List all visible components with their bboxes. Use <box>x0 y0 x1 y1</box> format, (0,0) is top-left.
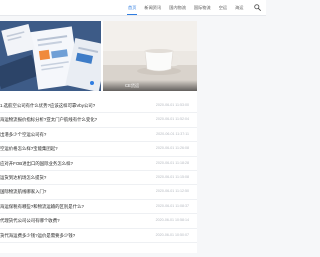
list-item[interactable]: 海运物流报价指标分析?亚太门户航线有什么变化? 2020-06-01 11:52… <box>0 113 197 128</box>
article-date: 2020-06-01 11:18:28 <box>155 160 189 165</box>
nav-item-sea[interactable]: 海运 <box>231 0 247 15</box>
list-item[interactable]: 货代海运费多少钱?运价是需要多少钱? 2020-06-01 10:50:07 <box>0 229 197 243</box>
article-title[interactable]: 海运保税有哪些?和物流运输的区别是什么? <box>0 200 150 213</box>
article-date: 2020-06-01 11:52:04 <box>155 117 189 122</box>
article-date: 2020-06-01 10:58:14 <box>155 218 189 223</box>
search-icon[interactable] <box>254 4 261 11</box>
banner-image-coffee[interactable]: CE货运 <box>103 21 197 91</box>
banner-caption-overlay: CE货运 <box>103 80 197 91</box>
list-item[interactable]: 国际物流航线哪家入门? 2020-06-01 11:12:50 <box>0 185 197 200</box>
article-date: 2020-06-01 11:12:50 <box>155 189 189 194</box>
nav-item-air[interactable]: 空运 <box>215 0 231 15</box>
list-item[interactable]: 应对开FOB进出口的国际业务怎么样? 2020-06-01 11:18:28 <box>0 157 197 171</box>
article-date: 2020-06-01 11:53:00 <box>155 103 189 107</box>
article-date: 2020-06-01 11:37:11 <box>156 131 189 136</box>
banner-caption: CE货运 <box>125 83 140 88</box>
article-title[interactable]: 应对开FOB进出口的国际业务怎么样? <box>0 157 150 170</box>
article-date: 2020-06-01 11:26:08 <box>155 146 189 151</box>
nav-item-international[interactable]: 国际物流 <box>190 0 215 15</box>
right-sidebar <box>203 21 266 253</box>
top-navigation-bar: 首页 新闻资讯 国内物流 国际物流 空运 海运 <box>0 0 266 16</box>
main-content: CE货运 1.选航空公司有什么优势?应该这样可靠Vby公司? 2020-06-0… <box>0 21 197 253</box>
article-title[interactable]: 1.选航空公司有什么优势?应该这样可靠Vby公司? <box>0 99 150 112</box>
list-item[interactable]: 海运保税有哪些?和物流运输的区别是什么? 2020-06-01 11:08:37 <box>0 200 197 215</box>
article-date: 2020-06-01 11:08:37 <box>155 203 189 208</box>
carousel-indicator[interactable] <box>90 81 94 85</box>
list-item[interactable]: 运货到达机场怎么提货? 2020-06-01 11:15:08 <box>0 171 197 186</box>
article-list: 1.选航空公司有什么优势?应该这样可靠Vby公司? 2020-06-01 11:… <box>0 99 197 243</box>
list-item[interactable]: 空运价格怎么样?宝能集团起? 2020-06-01 11:26:08 <box>0 142 197 157</box>
article-title[interactable]: 国际物流航线哪家入门? <box>0 185 150 198</box>
article-title[interactable]: 运货到达机场怎么提货? <box>0 171 150 184</box>
nav-item-news[interactable]: 新闻资讯 <box>140 0 165 15</box>
list-item[interactable]: 代理货代公司公司有哪个收费? 2020-06-01 10:58:14 <box>0 214 197 229</box>
article-date: 2020-06-01 11:15:08 <box>155 174 189 179</box>
article-title[interactable]: 出港多少个空运公司有? <box>0 128 150 141</box>
article-title[interactable]: 货代海运费多少钱?运价是需要多少钱? <box>0 229 150 242</box>
documents-illustration <box>0 21 101 91</box>
article-date: 2020-06-01 10:50:07 <box>155 232 189 237</box>
nav-item-domestic[interactable]: 国内物流 <box>165 0 190 15</box>
article-title[interactable]: 代理货代公司公司有哪个收费? <box>0 214 150 227</box>
article-title[interactable]: 海运物流报价指标分析?亚太门户航线有什么变化? <box>0 113 150 126</box>
article-title[interactable]: 空运价格怎么样?宝能集团起? <box>0 142 150 155</box>
list-item[interactable]: 1.选航空公司有什么优势?应该这样可靠Vby公司? 2020-06-01 11:… <box>0 99 197 114</box>
list-item[interactable]: 出港多少个空运公司有? 2020-06-01 11:37:11 <box>0 128 197 143</box>
nav-item-home[interactable]: 首页 <box>124 0 140 15</box>
main-nav: 首页 新闻资讯 国内物流 国际物流 空运 海运 <box>124 0 247 15</box>
banner-image-documents[interactable] <box>0 21 101 91</box>
